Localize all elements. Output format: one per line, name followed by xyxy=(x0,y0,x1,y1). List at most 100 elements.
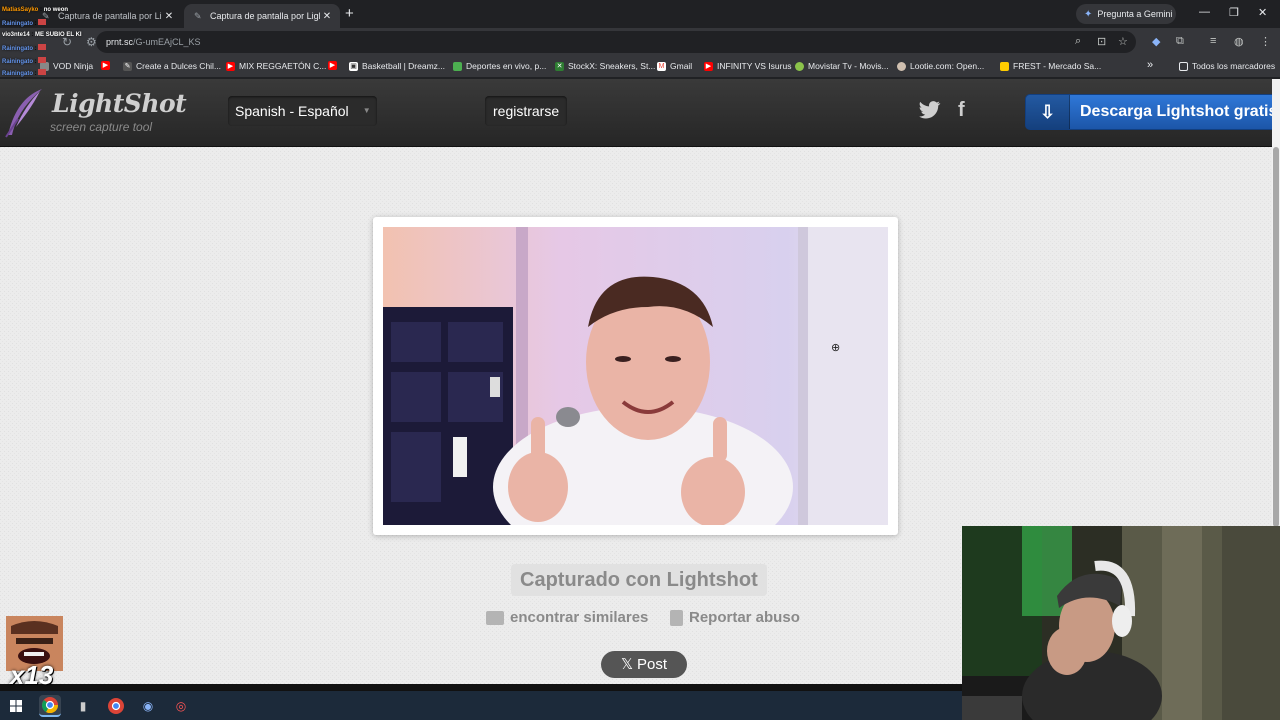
find-similar-label: encontrar similares xyxy=(510,609,649,626)
bookmark-label: MIX REGGAETÓN C... xyxy=(239,61,327,71)
screenshot-frame[interactable] xyxy=(373,217,898,535)
media-controls-icon[interactable]: ≡ xyxy=(1210,35,1216,47)
find-similar-link[interactable]: encontrar similares xyxy=(486,609,648,626)
logo-name: LightShot xyxy=(52,89,187,118)
chrome-icon xyxy=(108,698,124,714)
chat-message: MatiasSayko : no weon xyxy=(2,7,69,13)
minimize-icon[interactable]: — xyxy=(1199,6,1210,18)
clipboard-icon xyxy=(670,609,683,626)
captured-with-lightshot: Capturado con Lightshot xyxy=(511,564,767,596)
bookmark-item[interactable]: Deportes en vivo, p... xyxy=(453,61,546,71)
bookmark-label: Create a Dulces Chil... xyxy=(136,61,222,71)
chrome-icon xyxy=(42,697,58,713)
address-bar[interactable]: prnt.sc/G-umEAjCL_KS xyxy=(96,31,1136,53)
windows-logo-icon xyxy=(10,700,22,712)
extensions-puzzle-icon[interactable]: ⧉ xyxy=(1176,35,1184,48)
restore-icon[interactable]: ❐ xyxy=(1229,6,1239,19)
address-path: /G-umEAjCL_KS xyxy=(133,37,201,47)
x-logo-icon: 𝕏 xyxy=(620,656,634,673)
gemini-sparkle-icon: ✦ xyxy=(1084,8,1093,20)
bookmark-label: Deportes en vivo, p... xyxy=(466,61,547,71)
bookmark-label: Gmail xyxy=(670,61,693,71)
close-icon[interactable]: ✕ xyxy=(162,11,176,22)
bookmark-item[interactable]: VOD Ninja xyxy=(40,61,93,71)
tab-lightshot-2[interactable]: ✎ Captura de pantalla por Lightsh ✕ xyxy=(184,4,340,28)
emote-icon xyxy=(38,44,47,50)
install-app-icon[interactable]: ⊡ xyxy=(1097,35,1106,48)
bookmark-item[interactable]: ▣ Basketball | Dreamz... xyxy=(349,61,445,71)
language-value: Spanish - Español xyxy=(235,103,349,119)
bookmark-item[interactable]: Lootie.com: Open... xyxy=(897,61,984,71)
dreamz-icon: ▣ xyxy=(349,61,358,71)
bookmark-label: INFINITY VS Isurus xyxy=(717,61,792,71)
emote-count: x13 xyxy=(10,660,54,690)
extension-shield-icon[interactable]: ◆ xyxy=(1152,35,1160,48)
bookmark-item[interactable]: Movistar Tv - Movis... xyxy=(795,61,889,71)
youtube-icon: ▶ xyxy=(704,61,713,71)
chat-user: Rainingato xyxy=(2,71,33,77)
tab-bar: ✎ Captura de pantalla por Lightsh ✕ ✎ Ca… xyxy=(0,0,1280,28)
facebook-icon[interactable]: f xyxy=(958,99,965,122)
chat-message: Rainingato : xyxy=(2,57,47,65)
chat-message: Rainingato : xyxy=(2,44,47,52)
stockx-icon: ✕ xyxy=(555,61,564,71)
chat-user: Rainingato xyxy=(2,21,33,27)
menu-dots-icon[interactable]: ⋮ xyxy=(1260,35,1271,48)
screenshot-image[interactable] xyxy=(383,227,888,525)
zoom-in-cursor-icon: ⊕ xyxy=(831,342,841,354)
gemini-button[interactable]: ✦ Pregunta a Gemini xyxy=(1076,4,1176,24)
chrome-profile-taskbar-icon[interactable] xyxy=(105,695,127,717)
bookmark-label: Todos los marcadores xyxy=(1192,61,1276,71)
bookmark-item[interactable]: ▶ xyxy=(101,61,114,70)
start-menu-icon[interactable] xyxy=(5,695,27,717)
register-button[interactable]: registrarse xyxy=(485,96,568,126)
camera-icon xyxy=(486,610,504,625)
tab-title: Captura de pantalla por Lightsh xyxy=(58,11,162,21)
steam-taskbar-icon[interactable]: ◉ xyxy=(137,695,159,717)
chat-message: vio3nte14 : ME SUBIO EL KI xyxy=(2,32,82,38)
bookmark-item[interactable]: ▶ xyxy=(328,61,341,70)
zoom-icon[interactable]: ⌕ xyxy=(1075,35,1081,48)
language-select[interactable]: Spanish - Español ▼ xyxy=(228,96,377,126)
lightshot-logo[interactable]: LightShot screen capture tool xyxy=(4,87,187,143)
download-lightshot-button[interactable]: ⇩ Descarga Lightshot gratis xyxy=(1025,94,1272,130)
x-post-button[interactable]: 𝕏 Post xyxy=(601,651,687,678)
bookmark-item[interactable]: M Gmail xyxy=(657,61,692,71)
youtube-icon: ▶ xyxy=(328,61,337,70)
scrollbar-thumb[interactable] xyxy=(1273,147,1279,527)
chat-user: Rainingato xyxy=(2,59,33,65)
chrome-taskbar-icon[interactable] xyxy=(39,695,61,717)
report-abuse-link[interactable]: Reportar abuso xyxy=(670,609,800,626)
folder-icon xyxy=(1179,61,1188,71)
app-taskbar-icon[interactable]: ▮ xyxy=(72,695,94,717)
bookmark-star-icon[interactable]: ☆ xyxy=(1118,35,1128,48)
bookmark-label: Movistar Tv - Movis... xyxy=(808,61,889,71)
bookmark-item[interactable]: ✎ Create a Dulces Chil... xyxy=(123,61,221,71)
download-label: Descarga Lightshot gratis xyxy=(1080,103,1272,120)
bookmark-item[interactable]: ✕ StockX: Sneakers, St... xyxy=(555,61,655,71)
new-tab-button[interactable]: + xyxy=(345,5,354,22)
close-icon[interactable]: ✕ xyxy=(320,11,334,22)
streamer-webcam xyxy=(962,526,1280,720)
chat-user: MatiasSayko xyxy=(2,7,39,13)
bookmark-item[interactable]: FREST - Mercado Sa... xyxy=(1000,61,1101,71)
frest-icon xyxy=(1000,61,1009,71)
feather-logo-icon xyxy=(5,89,42,138)
screenshot-image-illustration xyxy=(383,227,888,525)
recorder-taskbar-icon[interactable]: ◎ xyxy=(170,695,192,717)
chevron-down-icon: ▼ xyxy=(362,106,371,115)
profile-avatar-icon[interactable]: ◍ xyxy=(1234,35,1244,48)
dark-app-icon: ▮ xyxy=(79,699,87,713)
window-close-icon[interactable]: ✕ xyxy=(1258,6,1267,19)
emote-icon xyxy=(38,19,47,25)
gemini-label: Pregunta a Gemini xyxy=(1097,9,1173,19)
bookmark-item[interactable]: ▶ MIX REGGAETÓN C... xyxy=(226,61,326,71)
all-bookmarks[interactable]: Todos los marcadores xyxy=(1179,61,1275,71)
lootie-icon xyxy=(897,61,906,71)
bookmarks-bar: VOD Ninja ▶ ✎ Create a Dulces Chil... ▶ MI… xyxy=(0,56,1280,78)
bookmark-label: StockX: Sneakers, St... xyxy=(568,61,656,71)
chat-text: no weon xyxy=(43,7,69,13)
twitter-icon[interactable] xyxy=(919,101,941,119)
bookmark-item[interactable]: ▶ INFINITY VS Isurus xyxy=(704,61,791,71)
bookmarks-overflow-button[interactable]: » xyxy=(1147,59,1153,71)
